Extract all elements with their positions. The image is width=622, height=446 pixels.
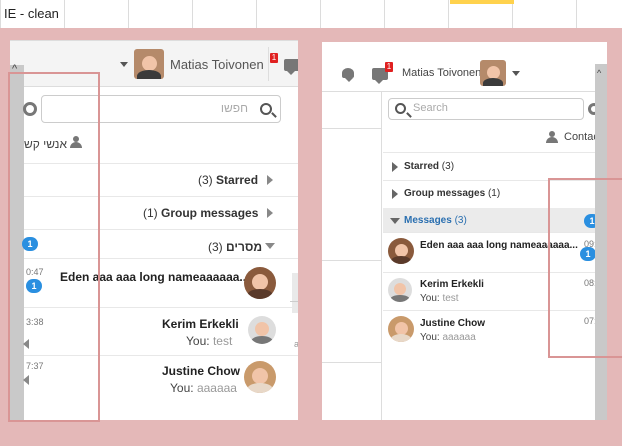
- chevron-right-icon: [392, 189, 398, 199]
- chevron-right-icon: [267, 208, 273, 218]
- group-count: (3): [208, 240, 223, 254]
- preview-label: You:: [420, 293, 440, 304]
- divider: [268, 47, 269, 81]
- search-icon[interactable]: [260, 103, 272, 115]
- group-label: Group messages: [404, 188, 486, 199]
- chevron-down-icon[interactable]: [512, 71, 520, 76]
- right-user-avatar[interactable]: [480, 60, 506, 86]
- notification-badge: 1: [385, 62, 393, 72]
- left-search-placeholder: חפשו: [220, 101, 248, 115]
- contacts-icon[interactable]: [546, 131, 558, 143]
- right-search-placeholder: Search: [413, 102, 448, 114]
- highlight-box: [8, 72, 100, 422]
- conversation-name: Justine Chow: [420, 318, 486, 329]
- spreadsheet-grid: [0, 0, 622, 28]
- conversation-name: Justine Chow: [162, 364, 241, 378]
- caption: IE - clean: [4, 6, 59, 21]
- group-label: Group messages: [161, 206, 259, 220]
- divider: [383, 152, 595, 153]
- preview-label: You:: [420, 332, 440, 343]
- avatar: [388, 238, 414, 264]
- bell-icon[interactable]: [342, 68, 354, 82]
- preview-label: You:: [186, 334, 210, 348]
- chevron-right-icon: [267, 175, 273, 185]
- group-count: (3): [441, 161, 455, 172]
- chevron-down-icon: [265, 243, 275, 249]
- left-user-avatar: [134, 49, 164, 79]
- left-user-name: Matias Toivonen: [170, 56, 264, 72]
- avatar: [244, 361, 276, 393]
- chevron-right-icon: [392, 162, 398, 172]
- right-search-input[interactable]: Search: [388, 98, 584, 120]
- group-label: Starred: [216, 173, 259, 187]
- group-label: מסרים: [226, 240, 263, 254]
- left-user-menu[interactable]: Matias Toivonen: [120, 47, 264, 81]
- group-count: (3): [198, 173, 213, 187]
- chat-icon[interactable]: [284, 59, 298, 75]
- highlight-box: [548, 178, 622, 358]
- group-count: (1): [143, 206, 158, 220]
- avatar: [388, 278, 412, 302]
- notification-badge: 1: [270, 53, 278, 63]
- avatar: [244, 267, 276, 299]
- scroll-up-icon[interactable]: ^: [597, 68, 601, 78]
- avatar: [248, 316, 276, 344]
- preview-text: test: [442, 293, 459, 304]
- preview-text: test: [212, 334, 233, 348]
- divider: [290, 301, 298, 302]
- chevron-down-icon: [120, 61, 128, 67]
- search-icon[interactable]: [395, 103, 406, 114]
- right-user-name[interactable]: Matias Toivonen: [402, 67, 481, 79]
- background-widget: [292, 273, 298, 313]
- group-count: (1): [487, 188, 501, 199]
- conversation-name: Kerim Erkekli: [420, 279, 484, 290]
- preview-text: aaaaaa: [442, 332, 476, 343]
- background-text: acti: [294, 339, 298, 349]
- right-topbar: 1 Matias Toivonen: [322, 52, 607, 92]
- avatar: [388, 316, 414, 342]
- preview-text: aaaaaa: [196, 381, 237, 395]
- group-count: (3): [454, 215, 467, 226]
- preview-label: You:: [170, 381, 194, 395]
- background-content: [322, 92, 382, 420]
- group-label: Messages: [404, 215, 452, 226]
- chevron-down-icon: [390, 218, 400, 224]
- selected-cell: [450, 0, 514, 4]
- group-label: Starred: [404, 161, 440, 172]
- conversation-name: Kerim Erkekli: [162, 317, 239, 331]
